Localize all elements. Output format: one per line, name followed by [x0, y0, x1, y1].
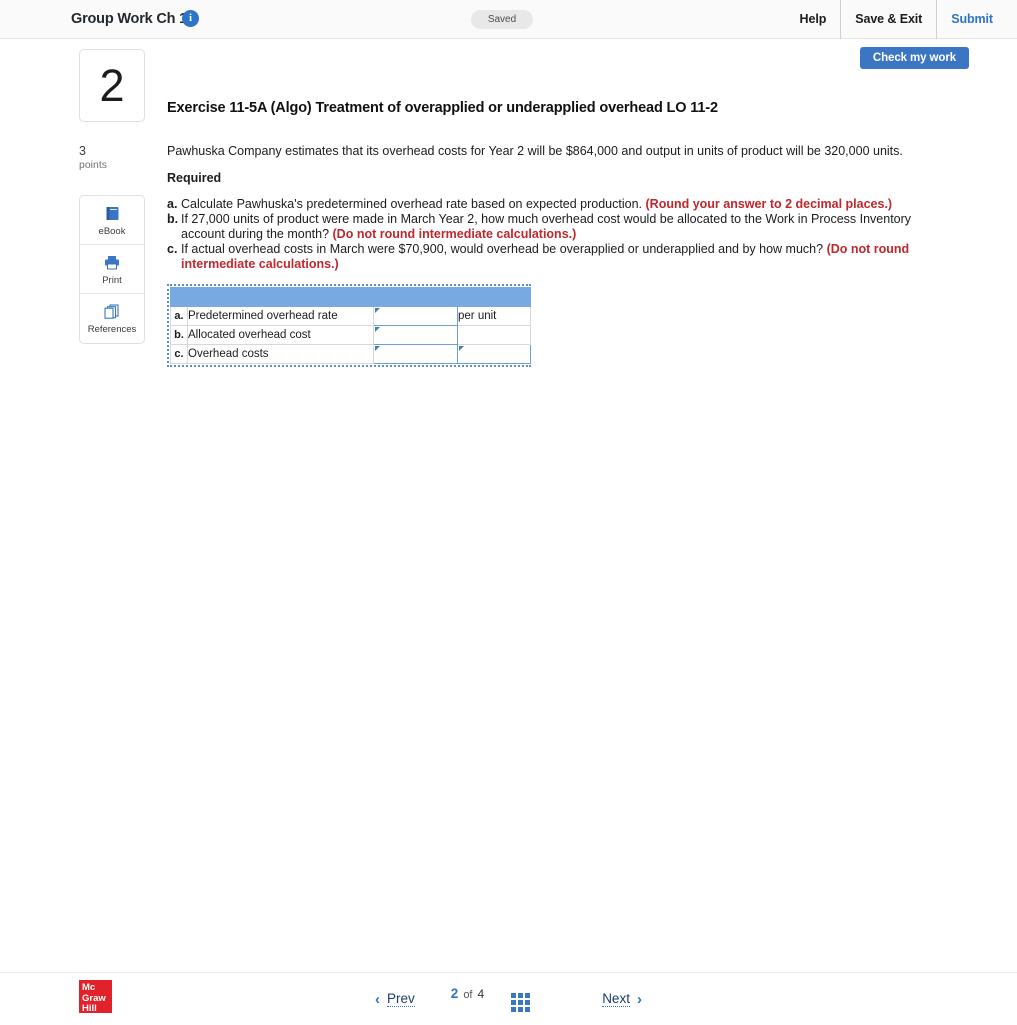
header-cell [188, 288, 374, 307]
requirement-body: Calculate Pawhuska's predetermined overh… [181, 197, 642, 211]
overhead-costs-status-input[interactable] [458, 346, 530, 363]
row-marker: b. [171, 326, 188, 345]
chevron-left-icon: ‹ [375, 991, 380, 1008]
submit-link[interactable]: Submit [936, 0, 993, 39]
header-cell [458, 288, 531, 307]
points-label: points [79, 159, 107, 171]
header-cell [374, 288, 458, 307]
header-cell [171, 288, 188, 307]
ebook-label: eBook [99, 226, 126, 237]
row-label: Overhead costs [188, 345, 374, 364]
page-title: Exercise 11-5A (Algo) Treatment of overa… [167, 100, 718, 116]
grid-view-icon[interactable] [511, 993, 530, 1012]
print-label: Print [102, 275, 122, 286]
answer-input-cell-secondary[interactable] [458, 345, 531, 364]
prev-button[interactable]: ‹ Prev [375, 991, 415, 1008]
requirement-item: b. If 27,000 units of product were made … [167, 212, 927, 241]
predetermined-overhead-rate-input[interactable] [374, 308, 457, 325]
tool-stack: eBook Print References [79, 195, 145, 344]
next-button[interactable]: Next › [602, 991, 642, 1008]
requirement-item: a. Calculate Pawhuska's predetermined ov… [167, 197, 927, 211]
ebook-button[interactable]: eBook [80, 196, 144, 245]
row-marker: a. [171, 307, 188, 326]
save-and-exit-link[interactable]: Save & Exit [840, 0, 936, 39]
requirement-highlight: (Round your answer to 2 decimal places.) [646, 197, 893, 211]
requirement-marker: a. [167, 197, 181, 211]
answer-input-cell[interactable] [374, 326, 458, 345]
question-number: 2 [80, 50, 144, 121]
ebook-icon [104, 204, 121, 223]
check-my-work-button[interactable]: Check my work [860, 47, 969, 69]
grid-cell [518, 1007, 523, 1012]
table-row: a. Predetermined overhead rate per unit [171, 307, 531, 326]
overhead-costs-amount-input[interactable] [374, 346, 457, 363]
chevron-right-icon: › [637, 991, 642, 1008]
grid-cell [525, 993, 530, 998]
footer-bar: Mc Graw Hill ‹ Prev 2 of 4 Next › [0, 972, 1017, 1024]
answer-input-cell[interactable] [374, 307, 458, 326]
table-row: c. Overhead costs [171, 345, 531, 364]
grid-cell [525, 1000, 530, 1005]
top-bar-actions: Help Save & Exit Submit [786, 0, 993, 39]
save-status-badge: Saved [471, 10, 533, 29]
pagination: ‹ Prev 2 of 4 Next › [0, 973, 1017, 1025]
cell-flag-icon [375, 308, 380, 313]
next-label: Next [602, 991, 630, 1007]
requirement-text: Calculate Pawhuska's predetermined overh… [181, 197, 927, 211]
row-label: Allocated overhead cost [188, 326, 374, 345]
info-icon[interactable]: i [182, 10, 199, 27]
grid-cell [511, 1007, 516, 1012]
row-unit [458, 326, 531, 345]
print-icon [103, 253, 121, 272]
allocated-overhead-cost-input[interactable] [374, 327, 457, 344]
grid-cell [511, 1000, 516, 1005]
requirement-highlight: (Do not round intermediate calculations.… [333, 227, 577, 241]
current-page: 2 [451, 986, 459, 1001]
of-label: of [463, 989, 472, 1001]
references-label: References [88, 324, 137, 335]
total-pages: 4 [478, 987, 485, 1001]
requirement-text: If actual overhead costs in March were $… [181, 242, 927, 271]
required-label: Required [167, 171, 221, 185]
help-link[interactable]: Help [786, 0, 841, 39]
grid-cell [511, 993, 516, 998]
question-number-box: 2 [79, 49, 145, 122]
row-marker: c. [171, 345, 188, 364]
points-value: 3 [79, 144, 86, 158]
requirements-list: a. Calculate Pawhuska's predetermined ov… [167, 197, 927, 272]
row-label: Predetermined overhead rate [188, 307, 374, 326]
cell-flag-icon [459, 346, 464, 351]
grid-cell [518, 1000, 523, 1005]
cell-flag-icon [375, 327, 380, 332]
print-button[interactable]: Print [80, 245, 144, 294]
cell-flag-icon [375, 346, 380, 351]
prev-label: Prev [387, 991, 415, 1007]
answer-table: a. Predetermined overhead rate per unit … [170, 287, 531, 364]
table-header-row [171, 288, 531, 307]
table-row: b. Allocated overhead cost [171, 326, 531, 345]
answer-table-container: a. Predetermined overhead rate per unit … [167, 284, 531, 367]
requirement-item: c. If actual overhead costs in March wer… [167, 242, 927, 271]
top-bar: Group Work Ch 11 i Saved Help Save & Exi… [0, 0, 1017, 39]
row-unit: per unit [458, 307, 531, 326]
grid-cell [518, 993, 523, 998]
references-button[interactable]: References [80, 294, 144, 343]
page-counter: 2 of 4 [451, 986, 530, 1012]
grid-cell [525, 1007, 530, 1012]
assignment-title: Group Work Ch 11 [71, 11, 194, 27]
requirement-marker: b. [167, 212, 181, 241]
requirement-text: If 27,000 units of product were made in … [181, 212, 927, 241]
requirement-body: If actual overhead costs in March were $… [181, 242, 823, 256]
references-icon [103, 302, 121, 321]
answer-input-cell[interactable] [374, 345, 458, 364]
requirement-marker: c. [167, 242, 181, 271]
question-stem: Pawhuska Company estimates that its over… [167, 142, 927, 160]
